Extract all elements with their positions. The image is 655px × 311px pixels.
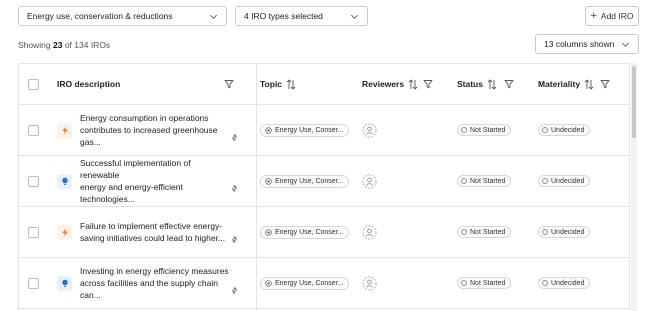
expand-icon[interactable] <box>231 185 238 192</box>
expand-icon[interactable] <box>231 287 238 294</box>
leaf-icon <box>265 126 272 134</box>
add-reviewer-icon[interactable] <box>362 225 377 240</box>
filter-icon[interactable] <box>423 79 433 89</box>
add-reviewer-icon[interactable] <box>362 123 377 138</box>
chevron-down-icon <box>210 14 217 19</box>
materiality-badge[interactable]: Undecided <box>538 277 591 289</box>
sort-icon <box>286 78 296 90</box>
expand-icon[interactable] <box>231 236 238 243</box>
header-status: Status <box>457 79 483 89</box>
materiality-dot-icon <box>542 127 548 133</box>
row-checkbox[interactable] <box>28 226 39 238</box>
filter-icon[interactable] <box>224 79 234 89</box>
status-badge[interactable]: Not Started <box>457 175 512 187</box>
header-topic: Topic <box>260 79 283 89</box>
add-reviewer-icon[interactable] <box>362 276 377 291</box>
sort-topic-header[interactable]: Topic <box>260 64 296 104</box>
shown-count: 23 <box>52 40 63 50</box>
materiality-dot-icon <box>542 280 548 286</box>
sort-reviewers-header[interactable]: Reviewers <box>362 64 418 104</box>
header-materiality: Materiality <box>538 79 581 89</box>
iro-description[interactable]: Successful implementation of renewable en… <box>80 157 230 205</box>
iro-table: IRO description Topic Reviewers Status M… <box>18 63 630 311</box>
iro-description[interactable]: Investing in energy efficiency measures a… <box>80 265 230 301</box>
topic-filter-value: Energy use, conservation & reductions <box>27 11 173 21</box>
lightbulb-icon <box>57 275 72 291</box>
status-badge[interactable]: Not Started <box>457 277 512 289</box>
topic-chip[interactable]: Energy Use, Conser... <box>260 276 350 290</box>
chevron-down-icon <box>351 14 358 19</box>
row-checkbox[interactable] <box>28 277 39 289</box>
lightning-icon <box>57 224 72 240</box>
status-dot-icon <box>461 178 467 184</box>
status-dot-icon <box>461 280 467 286</box>
plus-icon: + <box>590 9 597 22</box>
table-row[interactable]: Investing in energy efficiency measures a… <box>19 258 629 309</box>
iro-description[interactable]: Failure to implement effective energy-sa… <box>80 220 230 244</box>
table-row[interactable]: Failure to implement effective energy-sa… <box>19 207 629 258</box>
iro-description[interactable]: Energy consumption in operations contribu… <box>80 112 230 148</box>
status-badge[interactable]: Not Started <box>457 226 512 238</box>
columns-select[interactable]: 13 columns shown <box>535 34 639 54</box>
leaf-icon <box>265 279 272 287</box>
materiality-dot-icon <box>542 229 548 235</box>
topic-chip[interactable]: Energy Use, Conser... <box>260 123 350 137</box>
leaf-icon <box>265 177 272 185</box>
topic-chip[interactable]: Energy Use, Conser... <box>260 225 350 239</box>
lightbulb-icon <box>57 173 72 189</box>
select-all-checkbox[interactable] <box>28 78 39 90</box>
add-iro-label: Add IRO <box>600 11 634 21</box>
materiality-badge[interactable]: Undecided <box>538 175 591 187</box>
table-row[interactable]: Successful implementation of renewable en… <box>19 156 629 207</box>
status-badge[interactable]: Not Started <box>457 124 512 136</box>
materiality-badge[interactable]: Undecided <box>538 124 591 136</box>
sort-icon <box>487 78 497 90</box>
iro-types-select[interactable]: 4 IRO types selected <box>235 6 368 26</box>
lightning-icon <box>57 122 72 138</box>
iro-types-value: 4 IRO types selected <box>244 11 323 21</box>
sort-status-header[interactable]: Status <box>457 64 497 104</box>
sort-icon <box>408 78 418 90</box>
header-iro-description: IRO description <box>57 79 121 89</box>
materiality-badge[interactable]: Undecided <box>538 226 591 238</box>
row-checkbox[interactable] <box>28 124 39 136</box>
results-count: Showing 23 of 134 IROs <box>18 40 111 50</box>
sort-icon <box>584 78 594 90</box>
columns-select-value: 13 columns shown <box>544 39 615 49</box>
scrollbar-thumb[interactable] <box>632 66 636 138</box>
add-iro-button[interactable]: + Add IRO <box>585 6 639 26</box>
topic-filter-select[interactable]: Energy use, conservation & reductions <box>18 6 227 26</box>
table-row[interactable]: Energy consumption in operations contribu… <box>19 105 629 156</box>
header-reviewers: Reviewers <box>362 79 405 89</box>
table-header: IRO description Topic Reviewers Status M… <box>19 64 629 105</box>
status-dot-icon <box>461 127 467 133</box>
row-checkbox[interactable] <box>28 175 39 187</box>
add-reviewer-icon[interactable] <box>362 174 377 189</box>
materiality-dot-icon <box>542 178 548 184</box>
filter-icon[interactable] <box>600 79 610 89</box>
chevron-down-icon <box>622 42 629 47</box>
filter-icon[interactable] <box>504 79 514 89</box>
leaf-icon <box>265 228 272 236</box>
expand-icon[interactable] <box>231 134 238 141</box>
topic-chip[interactable]: Energy Use, Conser... <box>260 174 350 188</box>
status-dot-icon <box>461 229 467 235</box>
sort-materiality-header[interactable]: Materiality <box>538 64 594 104</box>
